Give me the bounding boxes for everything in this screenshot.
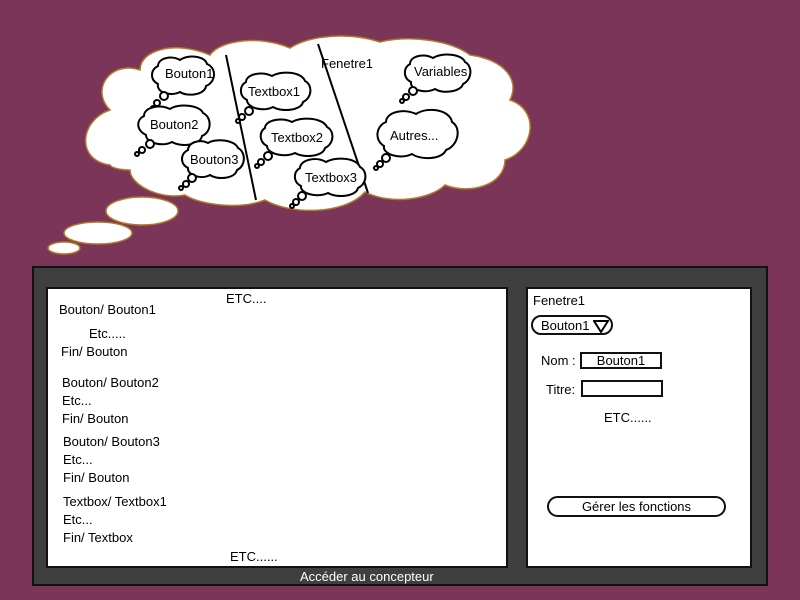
cloud-label-variables: Variables [414,64,468,79]
cloud-label-textbox1: Textbox1 [248,84,300,99]
cloud-label-textbox3: Textbox3 [305,170,357,185]
properties-title: Fenetre1 [533,293,586,308]
cloud-label-bouton3: Bouton3 [190,152,238,167]
code-line: Fin/ Bouton [61,344,128,359]
cloud-label-fenetre1: Fenetre1 [321,56,373,71]
open-designer-link[interactable]: Accéder au concepteur [300,569,434,584]
code-line: Bouton/ Bouton1 [59,302,156,317]
component-selector[interactable]: Bouton1 [531,315,613,335]
code-line: Etc... [62,393,92,408]
code-footer-etc: ETC...... [230,549,278,564]
code-line: Fin/ Textbox [63,530,133,545]
nom-label: Nom : [541,353,576,368]
code-line: Etc... [63,512,93,527]
titre-label: Titre: [546,382,576,397]
component-selector-value: Bouton1 [541,318,590,333]
manage-functions-button[interactable]: Gérer les fonctions [547,496,726,517]
cloud-label-textbox2: Textbox2 [271,130,323,145]
code-line: Textbox/ Textbox1 [63,494,167,509]
code-header-etc: ETC.... [226,291,267,306]
cloud-label-autres: Autres... [390,128,438,143]
code-line: Bouton/ Bouton2 [62,375,159,390]
thought-cloud: Bouton1 Bouton2 Bouton3 Textbox1 Textbox… [47,35,531,255]
dropdown-triangle-icon [593,320,609,333]
cloud-label-bouton1: Bouton1 [165,66,213,81]
properties-etc: ETC...... [604,410,652,425]
nom-field[interactable]: Bouton1 [580,352,662,369]
titre-field[interactable] [581,380,663,397]
code-line: Bouton/ Bouton3 [63,434,160,449]
code-line: Etc..... [89,326,126,341]
cloud-label-bouton2: Bouton2 [150,117,198,132]
code-line: Fin/ Bouton [62,411,129,426]
code-line: Fin/ Bouton [63,470,130,485]
code-line: Etc... [63,452,93,467]
